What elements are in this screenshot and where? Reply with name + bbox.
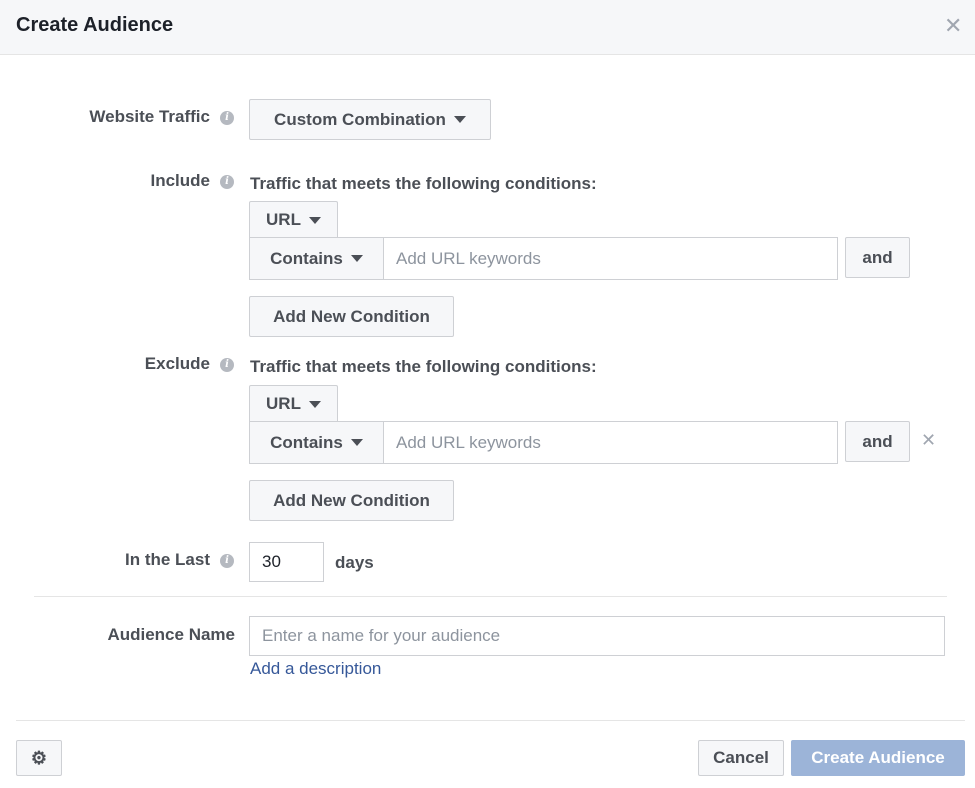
dialog-title: Create Audience (16, 14, 174, 36)
include-and-button[interactable]: and (845, 237, 910, 278)
retention-days-input[interactable]: 30 (249, 542, 324, 582)
footer-divider (16, 720, 965, 721)
website-traffic-selected: Custom Combination (274, 109, 446, 129)
audience-name-input[interactable]: Enter a name for your audience (249, 616, 945, 656)
include-url-dropdown[interactable]: URL (249, 201, 338, 238)
create-audience-button[interactable]: Create Audience (791, 740, 965, 776)
exclude-url-label: URL (266, 394, 301, 413)
chevron-down-icon (453, 116, 466, 123)
exclude-keywords-placeholder: Add URL keywords (396, 432, 541, 452)
exclude-add-condition-button[interactable]: Add New Condition (249, 480, 454, 521)
chevron-down-icon (308, 216, 321, 224)
exclude-keywords-input[interactable]: Add URL keywords (383, 421, 838, 464)
add-description-link[interactable]: Add a description (250, 659, 381, 679)
info-icon[interactable]: i (220, 111, 234, 125)
info-icon[interactable]: i (220, 554, 234, 568)
chevron-down-icon (308, 400, 321, 408)
include-contains-dropdown[interactable]: Contains (249, 237, 384, 280)
info-icon[interactable]: i (220, 358, 234, 372)
info-icon[interactable]: i (220, 175, 234, 189)
include-keywords-input[interactable]: Add URL keywords (383, 237, 838, 280)
exclude-url-dropdown[interactable]: URL (249, 385, 338, 422)
exclude-heading: Traffic that meets the following conditi… (250, 357, 597, 376)
include-add-condition-button[interactable]: Add New Condition (249, 296, 454, 337)
include-label: Include (150, 171, 210, 190)
website-traffic-dropdown[interactable]: Custom Combination (249, 99, 491, 140)
section-divider (34, 596, 947, 597)
audience-name-placeholder: Enter a name for your audience (262, 626, 501, 645)
retention-unit: days (335, 553, 374, 572)
remove-condition-icon[interactable]: ✕ (921, 430, 936, 451)
website-traffic-label: Website Traffic (89, 107, 210, 126)
include-contains-label: Contains (270, 248, 343, 268)
chevron-down-icon (350, 255, 363, 262)
exclude-label: Exclude (144, 354, 210, 373)
retention-days-value: 30 (262, 552, 281, 571)
exclude-contains-label: Contains (270, 432, 343, 452)
include-keywords-placeholder: Add URL keywords (396, 248, 541, 268)
cancel-button[interactable]: Cancel (698, 740, 784, 776)
gear-icon: ⚙ (30, 747, 48, 768)
audience-name-label: Audience Name (107, 625, 235, 644)
dialog-header: Create Audience ✕ (0, 0, 975, 55)
chevron-down-icon (350, 439, 363, 446)
close-icon[interactable]: ✕ (944, 15, 962, 37)
include-url-label: URL (266, 210, 301, 229)
include-heading: Traffic that meets the following conditi… (250, 174, 597, 193)
settings-button[interactable]: ⚙ (16, 740, 62, 776)
retention-label: In the Last (124, 550, 210, 569)
exclude-contains-dropdown[interactable]: Contains (249, 421, 384, 464)
exclude-and-button[interactable]: and (845, 421, 910, 462)
